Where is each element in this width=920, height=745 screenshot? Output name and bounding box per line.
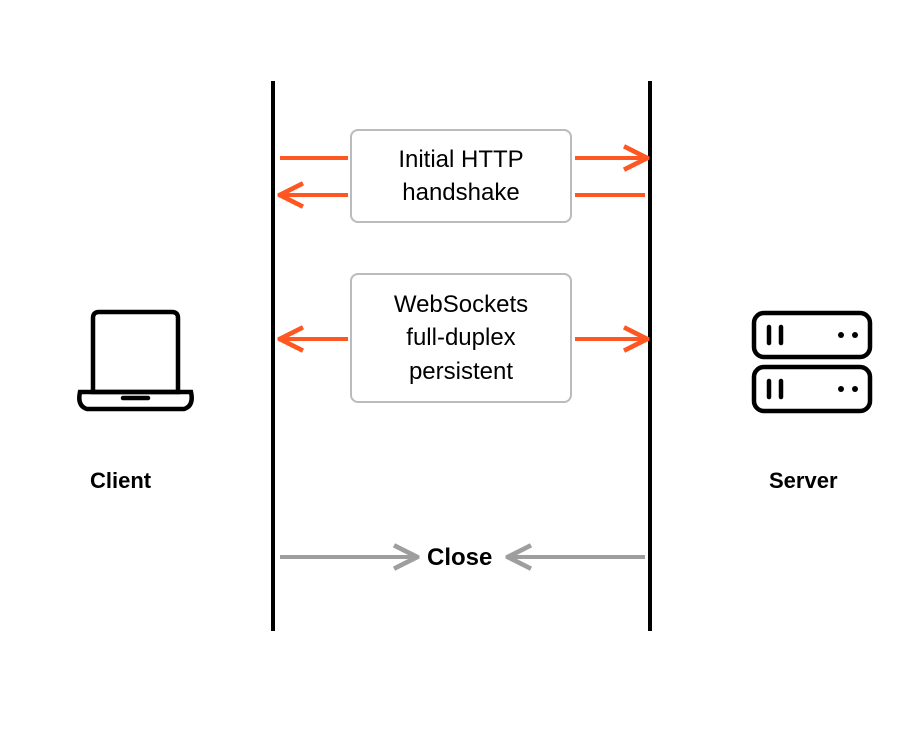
server-lifeline (648, 81, 652, 631)
client-label: Client (90, 468, 151, 494)
close-label: Close (427, 544, 492, 572)
handshake-box-label: Initial HTTPhandshake (398, 143, 523, 209)
laptop-icon (60, 290, 210, 445)
handshake-box: Initial HTTPhandshake (350, 129, 572, 223)
server-label: Server (769, 468, 838, 494)
server-icon (747, 305, 877, 440)
websocket-box-label: WebSocketsfull-duplexpersistent (394, 288, 528, 387)
websocket-box: WebSocketsfull-duplexpersistent (350, 273, 572, 403)
websocket-sequence-diagram: Client Server (0, 0, 920, 745)
client-lifeline (271, 81, 275, 631)
